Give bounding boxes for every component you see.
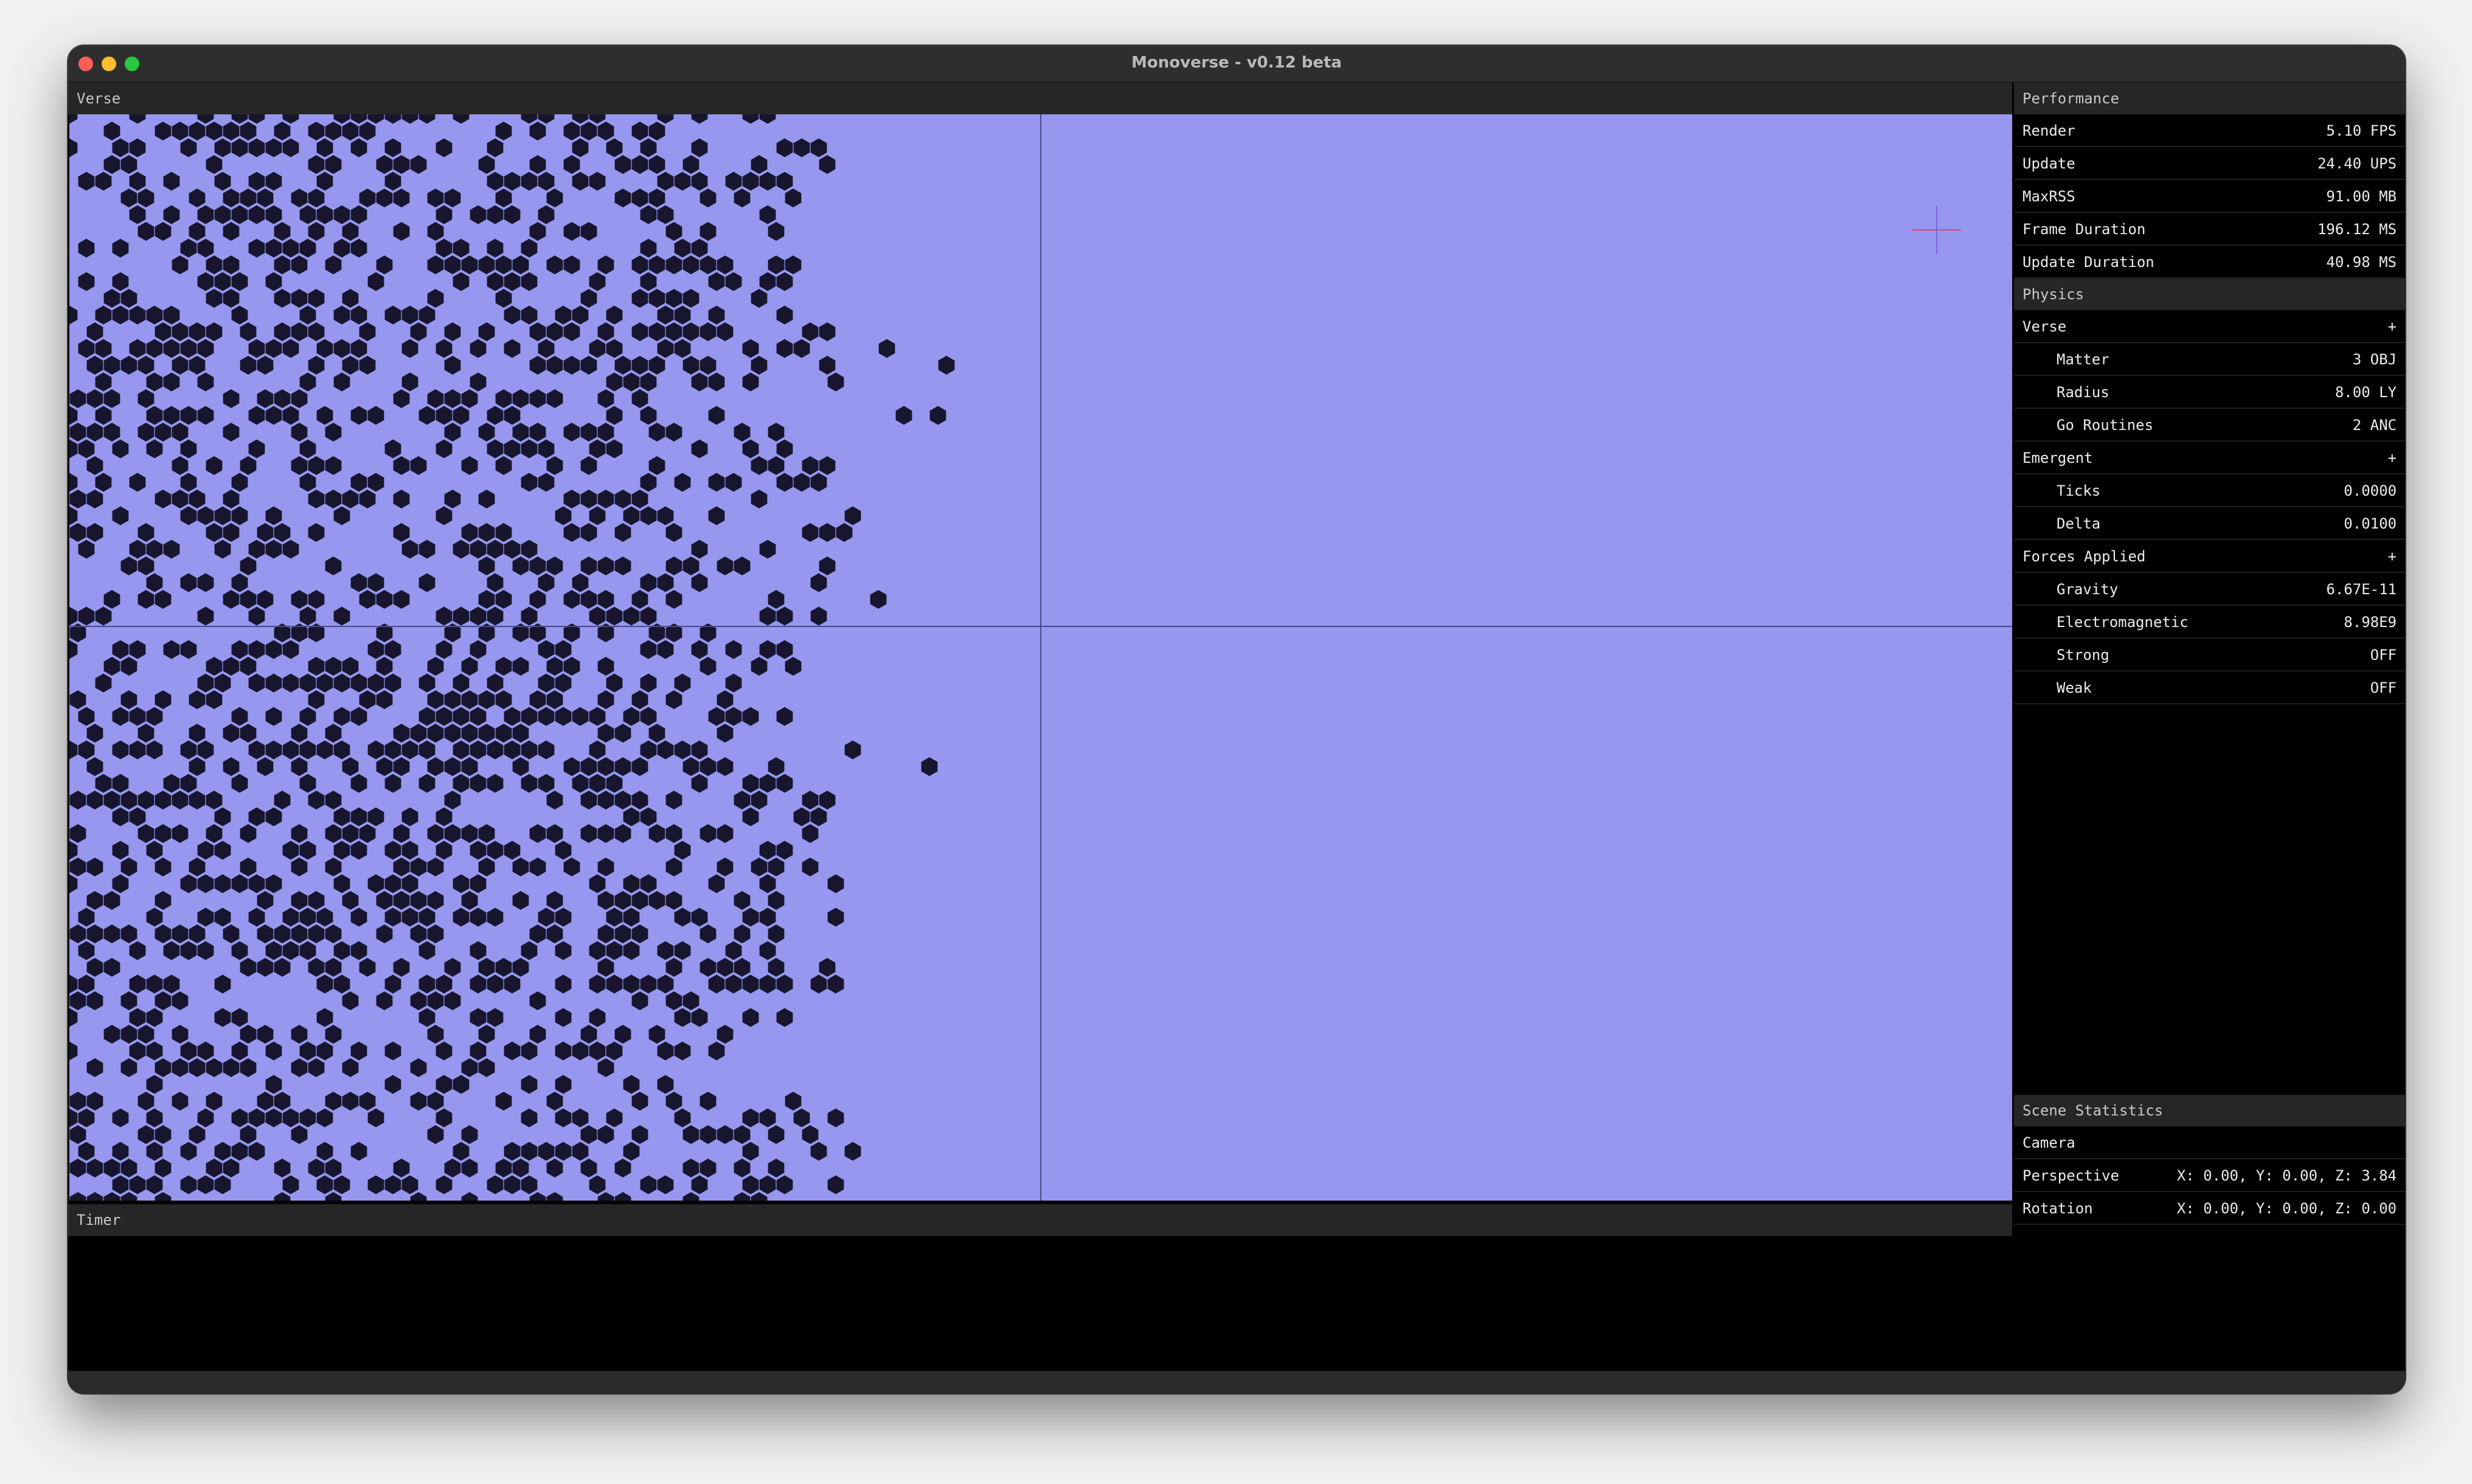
row-value: 3 OBJ (2352, 351, 2397, 368)
row-label: Delta (2057, 515, 2101, 532)
timer-panel (69, 1236, 2012, 1371)
row-label: Weak (2057, 679, 2092, 696)
physics-row-radius: Radius 8.00 LY (2014, 376, 2405, 409)
row-label: Matter (2057, 351, 2109, 368)
physics-row-delta: Delta 0.0100 (2014, 507, 2405, 540)
window-title: Monoverse - v0.12 beta (1131, 54, 1342, 72)
perf-row-maxrss: MaxRSS 91.00 MB (2014, 180, 2405, 213)
perf-value: 24.40 UPS (2317, 155, 2397, 172)
row-label: Radius (2057, 384, 2109, 401)
row-value: 6.67E-11 (2326, 581, 2397, 598)
perf-row-frame-duration: Frame Duration 196.12 MS (2014, 213, 2405, 246)
verse-panel-header: Verse (68, 83, 2012, 114)
physics-group-emergent[interactable]: Emergent + (2014, 442, 2405, 474)
sidebar-empty-space (2014, 704, 2405, 1095)
row-value: 8.98E9 (2344, 614, 2397, 631)
performance-header: Performance (2014, 83, 2405, 114)
hex-cells (69, 114, 955, 1201)
scene-row-camera: Camera (2014, 1126, 2405, 1159)
perf-value: 91.00 MB (2326, 188, 2397, 205)
perf-label: MaxRSS (2022, 188, 2075, 205)
row-value: X: 0.00, Y: 0.00, Z: 3.84 (2176, 1167, 2397, 1184)
row-value: 2 ANC (2352, 417, 2397, 434)
perf-label: Update (2022, 155, 2075, 172)
row-label: Strong (2057, 647, 2109, 664)
perf-value: 40.98 MS (2326, 254, 2397, 271)
scene-row-perspective: Perspective X: 0.00, Y: 0.00, Z: 3.84 (2014, 1159, 2405, 1192)
row-value: X: 0.00, Y: 0.00, Z: 0.00 (2176, 1200, 2397, 1217)
physics-row-matter: Matter 3 OBJ (2014, 343, 2405, 376)
row-label: Camera (2022, 1134, 2075, 1151)
row-label: Go Routines (2057, 417, 2153, 434)
row-label: Ticks (2057, 482, 2101, 499)
row-label: Electromagnetic (2057, 614, 2189, 631)
physics-group-forces[interactable]: Forces Applied + (2014, 540, 2405, 573)
physics-row-electromagnetic: Electromagnetic 8.98E9 (2014, 606, 2405, 639)
row-value: OFF (2370, 647, 2397, 664)
group-label: Forces Applied (2022, 548, 2146, 565)
physics-row-ticks: Ticks 0.0000 (2014, 474, 2405, 507)
expand-toggle[interactable]: + (2388, 310, 2397, 342)
row-value: OFF (2370, 679, 2397, 696)
group-label: Emergent (2022, 449, 2093, 466)
perf-value: 196.12 MS (2317, 221, 2397, 238)
scene-statistics-header: Scene Statistics (2014, 1095, 2405, 1126)
row-label: Gravity (2057, 581, 2119, 598)
row-label: Rotation (2022, 1200, 2093, 1217)
hex-grid-canvas[interactable] (69, 114, 2012, 1201)
physics-row-go-routines: Go Routines 2 ANC (2014, 409, 2405, 442)
expand-toggle[interactable]: + (2388, 442, 2397, 473)
title-bar[interactable]: Monoverse - v0.12 beta (68, 46, 2405, 83)
row-value: 8.00 LY (2335, 384, 2397, 401)
app-window: Monoverse - v0.12 beta Verse Timer Perfo… (68, 46, 2405, 1393)
perf-row-update: Update 24.40 UPS (2014, 147, 2405, 180)
physics-group-verse[interactable]: Verse + (2014, 310, 2405, 343)
physics-row-weak: Weak OFF (2014, 671, 2405, 704)
scene-row-rotation: Rotation X: 0.00, Y: 0.00, Z: 0.00 (2014, 1192, 2405, 1225)
physics-row-strong: Strong OFF (2014, 639, 2405, 671)
row-value: 0.0100 (2344, 515, 2397, 532)
timer-panel-header: Timer (68, 1204, 2012, 1236)
group-label: Verse (2022, 318, 2067, 335)
perf-row-update-duration: Update Duration 40.98 MS (2014, 246, 2405, 279)
window-footer (68, 1371, 2405, 1393)
perf-label: Render (2022, 122, 2075, 139)
verse-viewport[interactable] (69, 114, 2012, 1201)
expand-toggle[interactable]: + (2388, 540, 2397, 572)
perf-label: Update Duration (2022, 254, 2154, 271)
physics-header: Physics (2014, 279, 2405, 310)
physics-row-gravity: Gravity 6.67E-11 (2014, 573, 2405, 606)
row-label: Perspective (2022, 1167, 2119, 1184)
perf-value: 5.10 FPS (2326, 122, 2397, 139)
stats-sidebar: Performance Render 5.10 FPS Update 24.40 U… (2014, 83, 2405, 1371)
matter-cells (69, 114, 955, 1201)
perf-row-render: Render 5.10 FPS (2014, 114, 2405, 147)
perf-label: Frame Duration (2022, 221, 2146, 238)
row-value: 0.0000 (2344, 482, 2397, 499)
